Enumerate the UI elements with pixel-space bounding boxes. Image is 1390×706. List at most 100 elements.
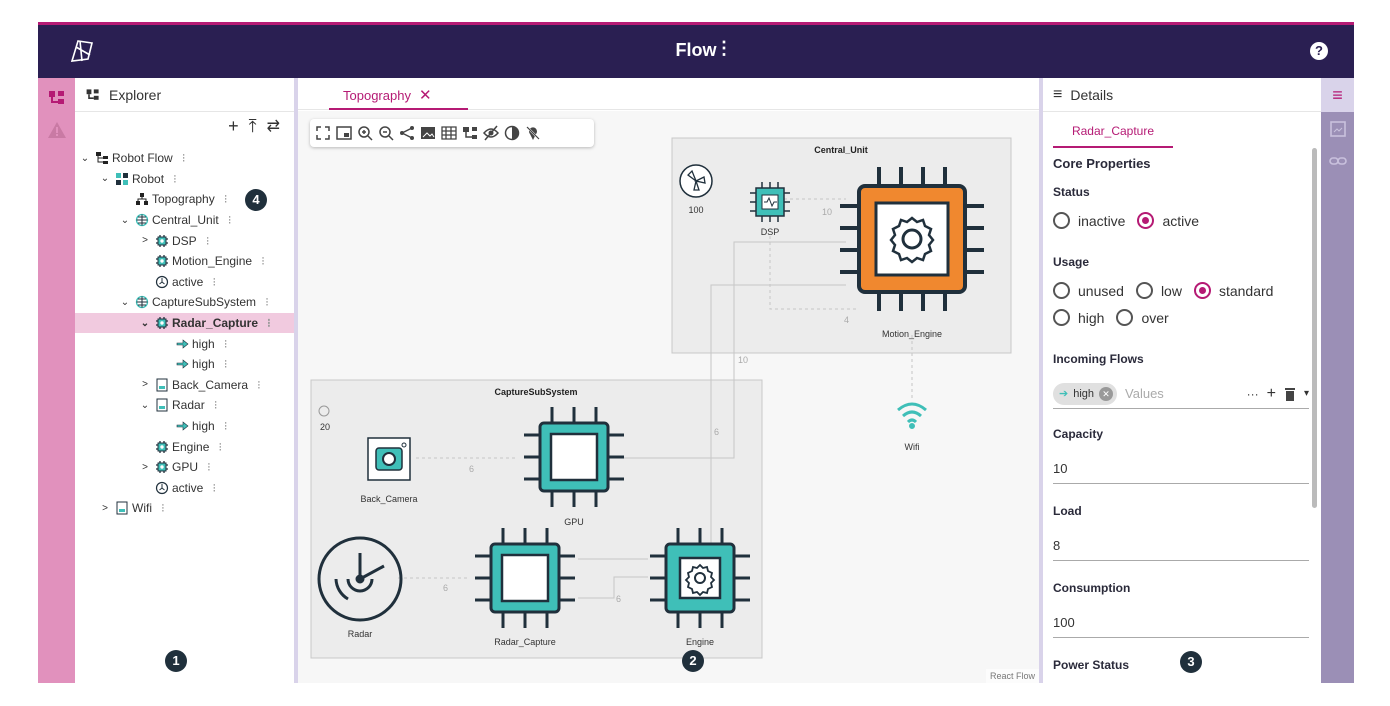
row-menu-icon[interactable]: ⁝ [218, 440, 222, 454]
row-menu-icon[interactable]: ⁝ [206, 234, 210, 248]
chevron-icon[interactable]: ⌄ [119, 215, 131, 226]
row-menu-icon[interactable]: ⁝ [173, 172, 177, 186]
row-menu-icon[interactable]: ⁝ [228, 213, 232, 227]
row-menu-icon[interactable]: ⁝ [257, 378, 261, 392]
tree-item[interactable]: > Back_Camera ⁝ [75, 375, 294, 396]
radio-button-icon[interactable] [1053, 282, 1070, 299]
tree-item[interactable]: ⌄ Robot Flow ⁝ [75, 148, 294, 169]
sync-button[interactable]: ⇄ [267, 116, 280, 137]
grid-icon[interactable] [440, 124, 458, 142]
more-icon[interactable]: ··· [1247, 387, 1259, 401]
radio-low[interactable]: low [1135, 282, 1182, 299]
tree-item[interactable]: Motion_Engine ⁝ [75, 251, 294, 272]
consumption-field[interactable]: 100 [1053, 608, 1309, 638]
row-menu-icon[interactable]: ⁝ [267, 316, 271, 330]
radio-button-icon[interactable] [1135, 282, 1153, 299]
minimap-icon[interactable] [335, 124, 353, 142]
incoming-flows-field[interactable]: ➔ high ✕ Values ··· + ▾ [1053, 379, 1309, 409]
chevron-icon[interactable]: ⌄ [119, 297, 131, 308]
tree-item[interactable]: > DSP ⁝ [75, 230, 294, 251]
chevron-icon[interactable]: ⌄ [99, 173, 111, 184]
dsp-node[interactable] [750, 182, 790, 222]
contrast-icon[interactable] [503, 124, 521, 142]
fit-view-icon[interactable] [314, 124, 332, 142]
chevron-icon[interactable]: > [139, 462, 151, 473]
tree-item[interactable]: ⌄ Radar_Capture ⁝ [75, 312, 294, 334]
row-menu-icon[interactable]: ⁝ [212, 481, 216, 495]
tree-item[interactable]: active ⁝ [75, 272, 294, 293]
chip-remove-icon[interactable]: ✕ [1099, 386, 1114, 401]
radio-over[interactable]: over [1116, 309, 1169, 326]
chevron-icon[interactable]: ⌄ [139, 400, 151, 411]
collapse-all-button[interactable]: ⤒ [249, 116, 257, 137]
chevron-icon[interactable]: ⌄ [139, 318, 151, 329]
react-flow-attribution[interactable]: React Flow [985, 669, 1039, 683]
radio-high[interactable]: high [1053, 309, 1104, 326]
app-menu-button[interactable]: ⋮ [714, 38, 734, 62]
fan-node-central[interactable] [679, 164, 713, 198]
chevron-icon[interactable]: > [139, 379, 151, 390]
load-field[interactable]: 8 [1053, 531, 1309, 561]
tree-item[interactable]: ⌄ Robot ⁝ [75, 169, 294, 190]
wifi-node[interactable] [897, 402, 927, 429]
tree-item[interactable]: ⌄ CaptureSubSystem ⁝ [75, 292, 294, 313]
add-flow-icon[interactable]: + [1267, 385, 1276, 403]
tree-item[interactable]: ⌄ Radar ⁝ [75, 395, 294, 416]
tree-item[interactable]: high ⁝ [75, 333, 294, 354]
back-camera-node[interactable] [367, 437, 411, 481]
pin-off-icon[interactable] [524, 124, 542, 142]
zoom-out-icon[interactable] [377, 124, 395, 142]
image-icon[interactable] [419, 124, 437, 142]
row-menu-icon[interactable]: ⁝ [265, 295, 269, 309]
radio-button-icon[interactable] [1116, 309, 1134, 326]
hide-icon[interactable] [482, 124, 500, 142]
tree-item[interactable]: active ⁝ [75, 478, 294, 499]
row-menu-icon[interactable]: ⁝ [224, 357, 228, 371]
row-menu-icon[interactable]: ⁝ [214, 398, 218, 412]
flow-chip[interactable]: ➔ high ✕ [1053, 382, 1118, 405]
details-rail-icon[interactable]: ≡ [1321, 78, 1354, 112]
radio-standard[interactable]: standard [1193, 282, 1273, 299]
tree-item[interactable]: ⌄ Central_Unit ⁝ [75, 210, 294, 231]
radio-button-icon[interactable] [1137, 212, 1155, 229]
hierarchy-icon[interactable] [461, 124, 479, 142]
logo-icon[interactable] [68, 37, 96, 65]
row-menu-icon[interactable]: ⁝ [161, 501, 165, 515]
row-menu-icon[interactable]: ⁝ [224, 419, 228, 433]
row-menu-icon[interactable]: ⁝ [261, 254, 265, 268]
capacity-field[interactable]: 10 [1053, 454, 1309, 484]
add-node-button[interactable]: + [228, 116, 239, 137]
tree-item[interactable]: Engine ⁝ [75, 436, 294, 457]
values-placeholder[interactable]: Values [1125, 386, 1239, 401]
radio-active[interactable]: active [1137, 212, 1199, 229]
row-menu-icon[interactable]: ⁝ [207, 460, 211, 474]
radio-button-icon[interactable] [1053, 212, 1070, 229]
radio-inactive[interactable]: inactive [1053, 212, 1125, 229]
explorer-rail-icon[interactable] [47, 88, 67, 108]
tab-radar-capture[interactable]: Radar_Capture [1053, 114, 1173, 148]
row-menu-icon[interactable]: ⁝ [182, 151, 186, 165]
radio-button-icon[interactable] [1193, 282, 1211, 299]
motion-engine-node[interactable] [840, 167, 984, 311]
warning-icon[interactable] [47, 120, 67, 140]
close-tab-icon[interactable]: ✕ [419, 87, 432, 104]
chevron-icon[interactable]: > [139, 235, 151, 246]
gallery-icon[interactable] [1329, 120, 1347, 138]
share-icon[interactable] [398, 124, 416, 142]
radio-unused[interactable]: unused [1053, 282, 1124, 299]
row-menu-icon[interactable]: ⁝ [212, 275, 216, 289]
hamburger-icon[interactable]: ≡ [1053, 86, 1062, 104]
row-menu-icon[interactable]: ⁝ [224, 192, 228, 206]
chevron-icon[interactable]: ⌄ [79, 153, 91, 164]
tab-topography[interactable]: Topography ✕ [329, 78, 468, 110]
chevron-icon[interactable]: > [99, 503, 111, 514]
tree-item[interactable]: high ⁝ [75, 354, 294, 375]
row-menu-icon[interactable]: ⁝ [224, 337, 228, 351]
details-scrollbar[interactable] [1312, 148, 1317, 508]
flow-canvas[interactable]: Central_Unit CaptureSubSystem 10 4 10 6 … [298, 111, 1039, 683]
tree-item[interactable]: > GPU ⁝ [75, 457, 294, 478]
tree-item[interactable]: high ⁝ [75, 416, 294, 437]
trash-icon[interactable] [1284, 387, 1296, 401]
radio-button-icon[interactable] [1053, 309, 1070, 326]
chevron-down-icon[interactable]: ▾ [1304, 388, 1309, 399]
